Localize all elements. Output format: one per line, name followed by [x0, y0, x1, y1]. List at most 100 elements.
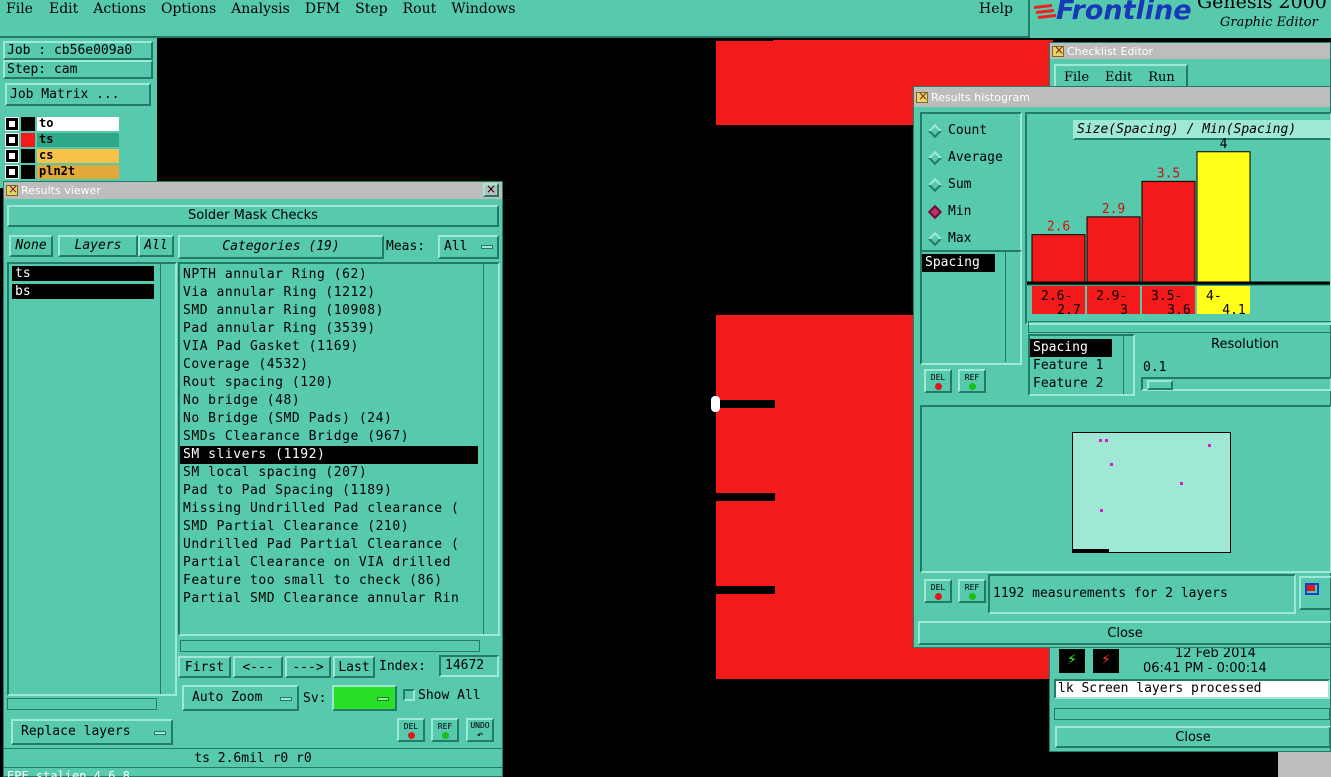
- category-item[interactable]: SMD annular Ring (10908): [180, 302, 478, 320]
- measurement-field-item[interactable]: Spacing: [1030, 339, 1112, 357]
- measurement-field-item[interactable]: Feature 1: [1030, 357, 1112, 375]
- layer-checkbox[interactable]: [5, 117, 19, 131]
- first-button[interactable]: First: [178, 656, 231, 678]
- category-item[interactable]: SM local spacing (207): [180, 464, 478, 482]
- meas-dropdown[interactable]: All: [438, 235, 499, 259]
- checklist-menu-file[interactable]: File: [1064, 70, 1089, 85]
- option-sum[interactable]: Sum: [922, 171, 1020, 198]
- radio-icon[interactable]: [927, 123, 943, 138]
- category-item[interactable]: No Bridge (SMD Pads) (24): [180, 410, 478, 428]
- layer-checkbox[interactable]: [5, 149, 19, 163]
- checklist-menu-run[interactable]: Run: [1148, 70, 1175, 85]
- menu-item-analysis[interactable]: Analysis: [231, 1, 290, 22]
- layer-row[interactable]: pln2t: [5, 164, 127, 180]
- radio-icon[interactable]: [927, 150, 943, 165]
- layer-row[interactable]: ts: [5, 132, 127, 148]
- hist-del-button[interactable]: DEL: [924, 369, 952, 393]
- del-button[interactable]: DEL: [397, 718, 425, 742]
- layer-checkbox[interactable]: [5, 165, 19, 179]
- category-item[interactable]: Feature too small to check (86): [180, 572, 478, 590]
- prev-button[interactable]: <---: [233, 656, 283, 678]
- category-item[interactable]: NPTH annular Ring (62): [180, 266, 478, 284]
- undo-button[interactable]: UNDO ↶: [466, 718, 494, 742]
- layer-color-swatch[interactable]: [21, 165, 35, 179]
- category-item[interactable]: No bridge (48): [180, 392, 478, 410]
- layer-name[interactable]: to: [37, 117, 119, 131]
- replace-layers-dropdown[interactable]: Replace layers: [11, 719, 173, 745]
- layer-checkbox[interactable]: [5, 133, 19, 147]
- radio-icon[interactable]: [927, 231, 943, 246]
- option-count[interactable]: Count: [922, 117, 1020, 144]
- menu-help[interactable]: Help: [979, 1, 1013, 17]
- job-matrix-button[interactable]: Job Matrix ...: [5, 83, 151, 106]
- layer-results-hscrollbar[interactable]: [7, 698, 157, 710]
- next-button[interactable]: --->: [285, 656, 331, 678]
- field-list-item[interactable]: Spacing: [922, 254, 995, 272]
- resolution-slider-thumb[interactable]: [1147, 380, 1173, 390]
- category-item[interactable]: Pad to Pad Spacing (1189): [180, 482, 478, 500]
- category-item[interactable]: SM slivers (1192): [180, 446, 478, 464]
- category-item[interactable]: Partial Clearance on VIA drilled: [180, 554, 478, 572]
- histogram-bar[interactable]: [1086, 216, 1141, 283]
- ref-button[interactable]: REF: [431, 718, 459, 742]
- show-all-checkbox[interactable]: [403, 689, 415, 701]
- layer-results-scrollbar[interactable]: [160, 264, 174, 694]
- measurement-field-scrollbar[interactable]: [1123, 336, 1135, 394]
- auto-zoom-dropdown[interactable]: Auto Zoom: [182, 685, 299, 711]
- category-item[interactable]: VIA Pad Gasket (1169): [180, 338, 478, 356]
- categories-scrollbar[interactable]: [483, 264, 497, 634]
- category-item[interactable]: Coverage (4532): [180, 356, 478, 374]
- menu-item-file[interactable]: File: [6, 1, 33, 22]
- layer-result-item[interactable]: bs: [12, 284, 154, 299]
- last-button[interactable]: Last: [333, 656, 375, 678]
- histogram-bar[interactable]: [1141, 180, 1196, 283]
- histogram-titlebar[interactable]: Results histogram: [914, 87, 1330, 107]
- menu-item-windows[interactable]: Windows: [451, 1, 515, 22]
- layer-row[interactable]: to: [5, 116, 127, 132]
- sv-color-dropdown[interactable]: [332, 685, 397, 711]
- categories-hscrollbar[interactable]: [180, 640, 480, 652]
- chart-hscrollbar[interactable]: [1028, 321, 1331, 333]
- category-item[interactable]: SMD Partial Clearance (210): [180, 518, 478, 536]
- option-max[interactable]: Max: [922, 225, 1020, 252]
- layer-name[interactable]: pln2t: [37, 165, 119, 179]
- category-item[interactable]: Partial SMD Clearance annular Rin: [180, 590, 478, 608]
- menu-item-edit[interactable]: Edit: [49, 1, 78, 22]
- histogram-bar[interactable]: [1031, 234, 1086, 283]
- zoom-fit-icon[interactable]: [1299, 576, 1331, 610]
- menu-item-step[interactable]: Step: [355, 1, 387, 22]
- preview-del-button[interactable]: DEL: [924, 579, 952, 603]
- histogram-close-button[interactable]: Close: [918, 621, 1331, 645]
- menu-item-dfm[interactable]: DFM: [305, 1, 340, 22]
- layer-name[interactable]: ts: [37, 133, 119, 147]
- results-viewer-titlebar[interactable]: Results viewer ×: [4, 182, 502, 199]
- preview-ref-button[interactable]: REF: [958, 579, 986, 603]
- layer-result-item[interactable]: ts: [12, 266, 154, 281]
- option-min[interactable]: Min: [922, 198, 1020, 225]
- category-item[interactable]: Pad annular Ring (3539): [180, 320, 478, 338]
- checklist-hscrollbar[interactable]: [1054, 708, 1330, 720]
- category-item[interactable]: Undrilled Pad Partial Clearance (: [180, 536, 478, 554]
- layer-color-swatch[interactable]: [21, 149, 35, 163]
- layer-color-swatch[interactable]: [21, 117, 35, 131]
- running-icon-1[interactable]: ⚡: [1059, 649, 1085, 673]
- layer-list-scrollbar[interactable]: [131, 110, 151, 190]
- category-item[interactable]: SMDs Clearance Bridge (967): [180, 428, 478, 446]
- resolution-slider[interactable]: [1141, 377, 1331, 391]
- hist-ref-button[interactable]: REF: [958, 369, 986, 393]
- running-icon-2[interactable]: ⚡: [1093, 649, 1119, 673]
- all-layers-button[interactable]: All: [138, 235, 174, 257]
- checklist-menu-edit[interactable]: Edit: [1105, 70, 1132, 85]
- menu-item-actions[interactable]: Actions: [93, 1, 146, 22]
- layer-row[interactable]: cs: [5, 148, 127, 164]
- category-item[interactable]: Via annular Ring (1212): [180, 284, 478, 302]
- checklist-close-button[interactable]: Close: [1055, 726, 1331, 748]
- category-item[interactable]: Rout spacing (120): [180, 374, 478, 392]
- menu-item-rout[interactable]: Rout: [403, 1, 437, 22]
- field-list-scrollbar[interactable]: [1005, 252, 1019, 362]
- category-item[interactable]: Missing Undrilled Pad clearance (: [180, 500, 478, 518]
- close-icon[interactable]: ×: [483, 183, 499, 197]
- layer-color-swatch[interactable]: [21, 133, 35, 147]
- menu-item-options[interactable]: Options: [161, 1, 216, 22]
- none-button[interactable]: None: [9, 235, 53, 257]
